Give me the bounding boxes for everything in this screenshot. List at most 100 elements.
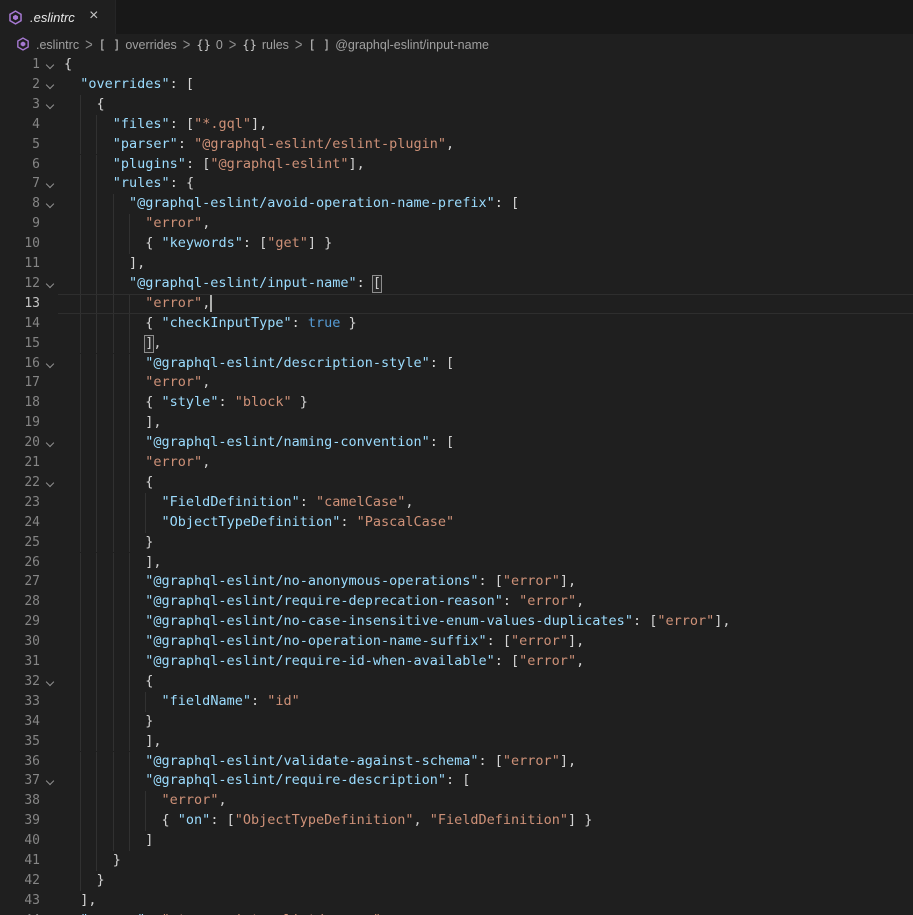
code-line[interactable]: 15 ], <box>0 334 913 354</box>
code-line[interactable]: 18 { "style": "block" } <box>0 393 913 413</box>
code-line[interactable]: 35 ], <box>0 732 913 752</box>
line-number[interactable]: 29 <box>0 612 40 632</box>
fold-chevron-down-icon[interactable] <box>46 777 54 785</box>
code-line[interactable]: 20 "@graphql-eslint/naming-convention": … <box>0 433 913 453</box>
code-line[interactable]: 7 "rules": { <box>0 174 913 194</box>
fold-chevron-down-icon[interactable] <box>46 200 54 208</box>
line-number[interactable]: 37 <box>0 771 40 791</box>
code-line[interactable]: 27 "@graphql-eslint/no-anonymous-operati… <box>0 572 913 592</box>
code-line[interactable]: 30 "@graphql-eslint/no-operation-name-su… <box>0 632 913 652</box>
line-number[interactable]: 19 <box>0 413 40 433</box>
line-number[interactable]: 33 <box>0 692 40 712</box>
code-line[interactable]: 11 ], <box>0 254 913 274</box>
line-number[interactable]: 18 <box>0 393 40 413</box>
line-number[interactable]: 3 <box>0 95 40 115</box>
code-line[interactable]: 34 } <box>0 712 913 732</box>
line-number[interactable]: 43 <box>0 891 40 911</box>
line-number[interactable]: 22 <box>0 473 40 493</box>
line-number[interactable]: 27 <box>0 572 40 592</box>
code-line[interactable]: 14 { "checkInputType": true } <box>0 314 913 334</box>
line-number[interactable]: 14 <box>0 314 40 334</box>
code-line[interactable]: 39 { "on": ["ObjectTypeDefinition", "Fie… <box>0 811 913 831</box>
line-number[interactable]: 5 <box>0 135 40 155</box>
close-icon[interactable]: × <box>85 8 103 26</box>
line-number[interactable]: 15 <box>0 334 40 354</box>
line-number[interactable]: 2 <box>0 75 40 95</box>
line-number[interactable]: 36 <box>0 752 40 772</box>
code-line[interactable]: 4 "files": ["*.gql"], <box>0 115 913 135</box>
code-line[interactable]: 17 "error", <box>0 373 913 393</box>
line-number[interactable]: 34 <box>0 712 40 732</box>
fold-chevron-down-icon[interactable] <box>46 359 54 367</box>
code-line[interactable]: 42 } <box>0 871 913 891</box>
line-number[interactable]: 28 <box>0 592 40 612</box>
code-line[interactable]: 31 "@graphql-eslint/require-id-when-avai… <box>0 652 913 672</box>
line-number[interactable]: 6 <box>0 155 40 175</box>
line-number[interactable]: 8 <box>0 194 40 214</box>
line-number[interactable]: 23 <box>0 493 40 513</box>
line-number[interactable]: 4 <box>0 115 40 135</box>
fold-chevron-down-icon[interactable] <box>46 61 54 69</box>
line-number[interactable]: 39 <box>0 811 40 831</box>
line-number[interactable]: 7 <box>0 174 40 194</box>
code-line[interactable]: 10 { "keywords": ["get"] } <box>0 234 913 254</box>
code-line[interactable]: 29 "@graphql-eslint/no-case-insensitive-… <box>0 612 913 632</box>
code-line[interactable]: 22 { <box>0 473 913 493</box>
code-line[interactable]: 19 ], <box>0 413 913 433</box>
line-number[interactable]: 9 <box>0 214 40 234</box>
code-line[interactable]: 3 { <box>0 95 913 115</box>
code-line[interactable]: 41 } <box>0 851 913 871</box>
code-line[interactable]: 44 "parser": "@typescript-eslint/parser" <box>0 911 913 915</box>
line-number[interactable]: 1 <box>0 55 40 75</box>
code-line[interactable]: 33 "fieldName": "id" <box>0 692 913 712</box>
code-line[interactable]: 6 "plugins": ["@graphql-eslint"], <box>0 155 913 175</box>
line-number[interactable]: 20 <box>0 433 40 453</box>
code-line[interactable]: 26 ], <box>0 553 913 573</box>
line-number[interactable]: 21 <box>0 453 40 473</box>
fold-chevron-down-icon[interactable] <box>46 479 54 487</box>
breadcrumb-item-0[interactable]: {}0 <box>196 38 222 52</box>
code-line[interactable]: 40 ] <box>0 831 913 851</box>
fold-chevron-down-icon[interactable] <box>46 101 54 109</box>
code-line[interactable]: 38 "error", <box>0 791 913 811</box>
code-line[interactable]: 43 ], <box>0 891 913 911</box>
line-number[interactable]: 26 <box>0 553 40 573</box>
line-number[interactable]: 30 <box>0 632 40 652</box>
line-number[interactable]: 10 <box>0 234 40 254</box>
line-number[interactable]: 17 <box>0 373 40 393</box>
code-line[interactable]: 24 "ObjectTypeDefinition": "PascalCase" <box>0 513 913 533</box>
code-line[interactable]: 36 "@graphql-eslint/validate-against-sch… <box>0 752 913 772</box>
line-number[interactable]: 31 <box>0 652 40 672</box>
code-line[interactable]: 21 "error", <box>0 453 913 473</box>
fold-chevron-down-icon[interactable] <box>46 180 54 188</box>
line-number[interactable]: 16 <box>0 354 40 374</box>
code-editor[interactable]: 1{2 "overrides": [3 {4 "files": ["*.gql"… <box>0 55 913 915</box>
line-number[interactable]: 38 <box>0 791 40 811</box>
code-line[interactable]: 16 "@graphql-eslint/description-style": … <box>0 354 913 374</box>
line-number[interactable]: 41 <box>0 851 40 871</box>
line-number[interactable]: 13 <box>0 294 40 314</box>
fold-chevron-down-icon[interactable] <box>46 439 54 447</box>
line-number[interactable]: 11 <box>0 254 40 274</box>
code-line[interactable]: 5 "parser": "@graphql-eslint/eslint-plug… <box>0 135 913 155</box>
code-line[interactable]: 9 "error", <box>0 214 913 234</box>
code-line[interactable]: 8 "@graphql-eslint/avoid-operation-name-… <box>0 194 913 214</box>
line-number[interactable]: 42 <box>0 871 40 891</box>
code-line[interactable]: 23 "FieldDefinition": "camelCase", <box>0 493 913 513</box>
code-line[interactable]: 32 { <box>0 672 913 692</box>
code-line[interactable]: 25 } <box>0 533 913 553</box>
breadcrumb-item--eslintrc[interactable]: .eslintrc <box>16 37 79 52</box>
breadcrumb-item--graphql-eslint-input-name[interactable]: [ ]@graphql-eslint/input-name <box>309 38 489 52</box>
fold-chevron-down-icon[interactable] <box>46 678 54 686</box>
line-number[interactable]: 40 <box>0 831 40 851</box>
line-number[interactable]: 12 <box>0 274 40 294</box>
code-line[interactable]: 13 "error", <box>0 294 913 314</box>
line-number[interactable]: 25 <box>0 533 40 553</box>
line-number[interactable]: 44 <box>0 911 40 915</box>
code-line[interactable]: 28 "@graphql-eslint/require-deprecation-… <box>0 592 913 612</box>
line-number[interactable]: 24 <box>0 513 40 533</box>
code-line[interactable]: 1{ <box>0 55 913 75</box>
code-line[interactable]: 12 "@graphql-eslint/input-name": [ <box>0 274 913 294</box>
fold-chevron-down-icon[interactable] <box>46 280 54 288</box>
line-number[interactable]: 32 <box>0 672 40 692</box>
